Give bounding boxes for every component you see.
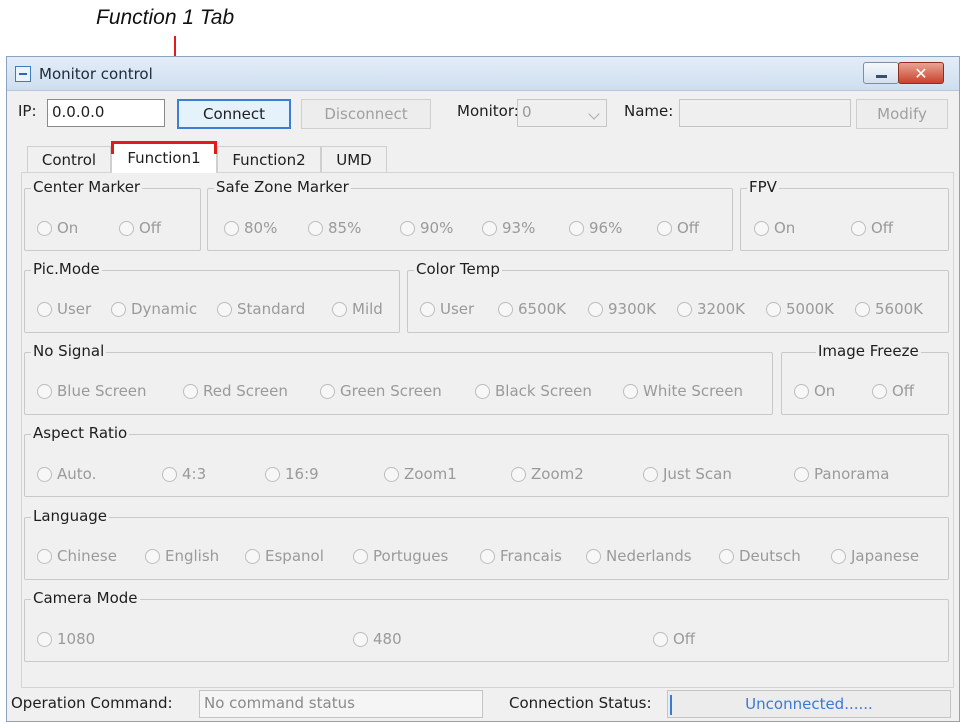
no-signal-red-screen-radio[interactable]: Red Screen (183, 382, 288, 400)
color-temp-3200k-radio[interactable]: 3200K (677, 300, 745, 318)
color-temp-group: Color Temp User 6500K 9300K 3200K 5000K … (407, 260, 949, 333)
image-freeze-group: Image Freeze On Off (781, 342, 949, 415)
image-freeze-off-radio[interactable]: Off (872, 382, 914, 400)
color-temp-6500k-radio[interactable]: 6500K (498, 300, 566, 318)
safe-zone-90-radio[interactable]: 90% (400, 219, 453, 237)
camera-mode-1080-radio[interactable]: 1080 (37, 630, 95, 648)
title-bar[interactable]: Monitor control ✕ (7, 57, 959, 91)
tab-function1[interactable]: Function1 (111, 143, 217, 173)
language-title: Language (31, 507, 110, 525)
chevron-down-icon (588, 108, 600, 120)
language-japanese-radio[interactable]: Japanese (831, 547, 919, 565)
aspect-ratio-group: Aspect Ratio Auto. 4:3 16:9 Zoom1 Zoom2 … (24, 424, 949, 497)
pic-mode-user-radio[interactable]: User (37, 300, 91, 318)
minimize-button[interactable] (863, 62, 899, 84)
annotation-label: Function 1 Tab (96, 6, 235, 29)
safe-zone-off-radio[interactable]: Off (657, 219, 699, 237)
language-portugues-radio[interactable]: Portugues (353, 547, 448, 565)
safe-zone-96-radio[interactable]: 96% (569, 219, 622, 237)
no-signal-white-screen-radio[interactable]: White Screen (623, 382, 743, 400)
no-signal-green-screen-radio[interactable]: Green Screen (320, 382, 442, 400)
pic-mode-title: Pic.Mode (31, 260, 102, 278)
fpv-group: FPV On Off (740, 178, 949, 251)
modify-button[interactable]: Modify (856, 99, 948, 129)
app-icon (15, 66, 31, 82)
color-temp-9300k-radio[interactable]: 9300K (588, 300, 656, 318)
color-temp-user-radio[interactable]: User (420, 300, 474, 318)
center-marker-off-radio[interactable]: Off (119, 219, 161, 237)
image-freeze-on-radio[interactable]: On (794, 382, 835, 400)
fpv-off-radio[interactable]: Off (851, 219, 893, 237)
center-marker-title: Center Marker (31, 178, 143, 196)
language-english-radio[interactable]: English (145, 547, 219, 565)
annotation-bracket-top (111, 141, 217, 144)
tab-function2[interactable]: Function2 (217, 146, 321, 172)
aspect-zoom1-radio[interactable]: Zoom1 (384, 465, 457, 483)
connection-status-label: Connection Status: (509, 694, 652, 712)
aspect-auto-radio[interactable]: Auto. (37, 465, 96, 483)
name-label: Name: (624, 102, 674, 120)
fpv-on-radio[interactable]: On (754, 219, 795, 237)
monitor-label: Monitor: (457, 102, 519, 120)
aspect-ratio-title: Aspect Ratio (31, 424, 130, 442)
fpv-title: FPV (747, 178, 779, 196)
aspect-just-scan-radio[interactable]: Just Scan (643, 465, 732, 483)
tab-control[interactable]: Control (27, 146, 111, 172)
color-temp-5600k-radio[interactable]: 5600K (855, 300, 923, 318)
aspect-panorama-radio[interactable]: Panorama (794, 465, 889, 483)
camera-mode-title: Camera Mode (31, 589, 140, 607)
monitor-control-window: Monitor control ✕ IP: 0.0.0.0 Connect Di… (6, 56, 960, 722)
name-input[interactable] (679, 99, 851, 127)
safe-zone-marker-group: Safe Zone Marker 80% 85% 90% 93% 96% Off (207, 178, 733, 251)
safe-zone-marker-title: Safe Zone Marker (214, 178, 351, 196)
safe-zone-85-radio[interactable]: 85% (308, 219, 361, 237)
disconnect-button[interactable]: Disconnect (301, 99, 431, 129)
language-nederlands-radio[interactable]: Nederlands (586, 547, 692, 565)
ip-label: IP: (18, 102, 37, 120)
no-signal-black-screen-radio[interactable]: Black Screen (475, 382, 592, 400)
color-temp-5000k-radio[interactable]: 5000K (766, 300, 834, 318)
safe-zone-80-radio[interactable]: 80% (224, 219, 277, 237)
annotation-bracket-right (214, 141, 217, 154)
window-title: Monitor control (39, 65, 153, 83)
camera-mode-off-radio[interactable]: Off (653, 630, 695, 648)
connection-status-field: Unconnected...... (667, 690, 951, 718)
pic-mode-group: Pic.Mode User Dynamic Standard Mild (24, 260, 400, 333)
aspect-zoom2-radio[interactable]: Zoom2 (511, 465, 584, 483)
connect-button[interactable]: Connect (177, 99, 291, 129)
center-marker-group: Center Marker On Off (24, 178, 201, 251)
language-group: Language Chinese English Espanol Portugu… (24, 507, 949, 580)
monitor-select[interactable]: 0 (517, 99, 607, 127)
language-deutsch-radio[interactable]: Deutsch (719, 547, 801, 565)
close-button[interactable]: ✕ (898, 62, 944, 84)
close-icon: ✕ (914, 64, 928, 83)
camera-mode-480-radio[interactable]: 480 (353, 630, 402, 648)
safe-zone-93-radio[interactable]: 93% (482, 219, 535, 237)
no-signal-title: No Signal (31, 342, 107, 360)
pic-mode-standard-radio[interactable]: Standard (217, 300, 305, 318)
language-chinese-radio[interactable]: Chinese (37, 547, 117, 565)
ip-input[interactable]: 0.0.0.0 (47, 99, 165, 127)
operation-command-label: Operation Command: (11, 694, 173, 712)
annotation-bracket-left (111, 141, 114, 154)
no-signal-group: No Signal Blue Screen Red Screen Green S… (24, 342, 773, 415)
pic-mode-mild-radio[interactable]: Mild (332, 300, 383, 318)
color-temp-title: Color Temp (414, 260, 502, 278)
image-freeze-title: Image Freeze (816, 342, 921, 360)
monitor-select-value: 0 (522, 103, 532, 121)
aspect-16-9-radio[interactable]: 16:9 (265, 465, 319, 483)
aspect-4-3-radio[interactable]: 4:3 (162, 465, 206, 483)
center-marker-on-radio[interactable]: On (37, 219, 78, 237)
language-espanol-radio[interactable]: Espanol (245, 547, 324, 565)
pic-mode-dynamic-radio[interactable]: Dynamic (111, 300, 197, 318)
no-signal-blue-screen-radio[interactable]: Blue Screen (37, 382, 147, 400)
minimize-icon (876, 75, 887, 78)
tab-umd[interactable]: UMD (321, 146, 387, 172)
camera-mode-group: Camera Mode 1080 480 Off (24, 589, 949, 662)
operation-command-field: No command status (199, 690, 483, 718)
language-francais-radio[interactable]: Francais (480, 547, 562, 565)
